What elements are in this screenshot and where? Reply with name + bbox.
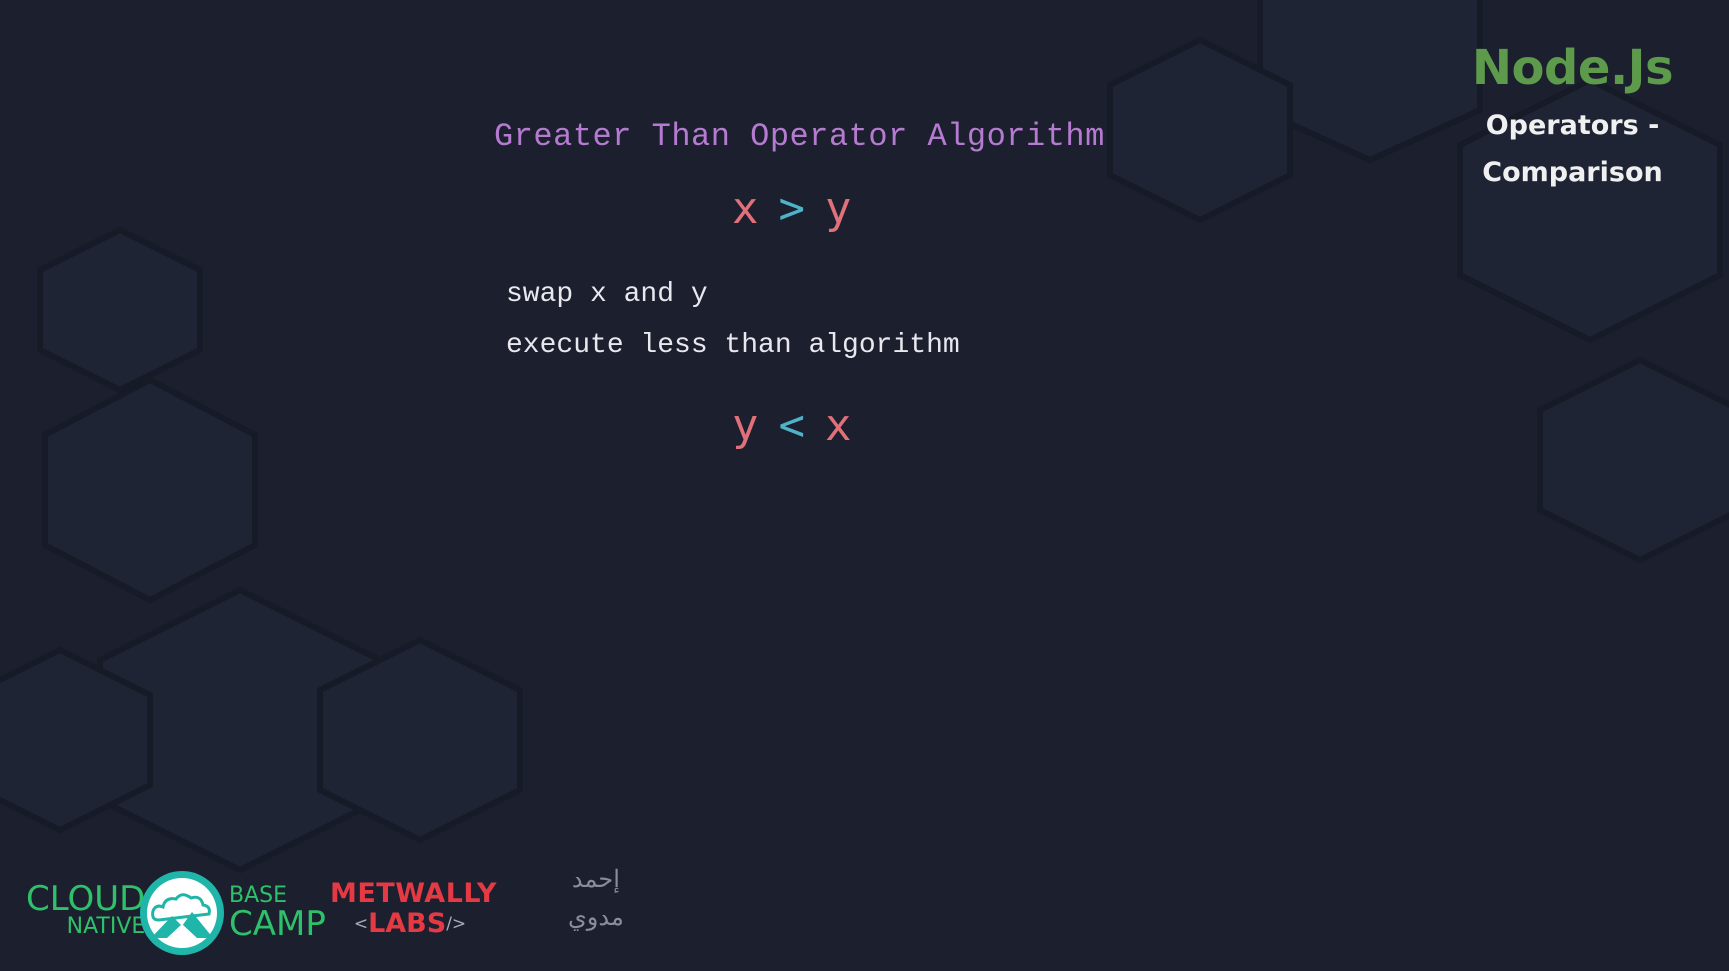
brand-subtitle-line2: Comparison xyxy=(1482,157,1663,188)
variable-x: x xyxy=(825,400,852,451)
course-brand: Node.Js Operators - Comparison xyxy=(1400,40,1729,196)
expression-greater-than: x > y xyxy=(732,183,852,234)
slide-title: Greater Than Operator Algorithm xyxy=(494,118,1105,155)
signature-line2: مدوي xyxy=(568,903,624,931)
signature-line1: إحمد xyxy=(571,865,620,893)
metwally-labs-logo: METWALLY <LABS/> xyxy=(330,878,497,937)
brand-subtitle-line1: Operators - xyxy=(1485,110,1660,141)
variable-y: y xyxy=(825,183,852,234)
labs-label: LABS xyxy=(368,908,447,939)
author-signature: إحمد مدوي xyxy=(568,860,624,936)
base-camp-text: BASE CAMP xyxy=(229,885,326,944)
cloud-label: CLOUD xyxy=(26,879,146,919)
camp-label: CAMP xyxy=(229,904,326,944)
close-bracket: /> xyxy=(446,914,467,934)
open-bracket: < xyxy=(353,914,369,934)
variable-x: x xyxy=(732,183,759,234)
brand-name: Node.Js xyxy=(1471,40,1674,96)
less-than-operator: < xyxy=(778,400,806,451)
step-swap: swap x and y xyxy=(506,279,708,310)
labs-line: <LABS/> xyxy=(330,910,490,937)
footer-logos: CLOUD NATIVE BASE CAMP METWALLY <LABS/> … xyxy=(0,860,1729,971)
step-execute: execute less than algorithm xyxy=(506,330,960,361)
greater-than-operator: > xyxy=(778,183,806,234)
variable-y: y xyxy=(732,400,759,451)
brand-subtitle: Operators - Comparison xyxy=(1400,102,1729,196)
expression-less-than: y < x xyxy=(732,400,852,451)
metwally-label: METWALLY xyxy=(330,878,497,909)
cloud-native-text: CLOUD NATIVE xyxy=(26,882,145,938)
native-label: NATIVE xyxy=(66,914,146,939)
mountain-cloud-logo-icon xyxy=(140,871,224,955)
